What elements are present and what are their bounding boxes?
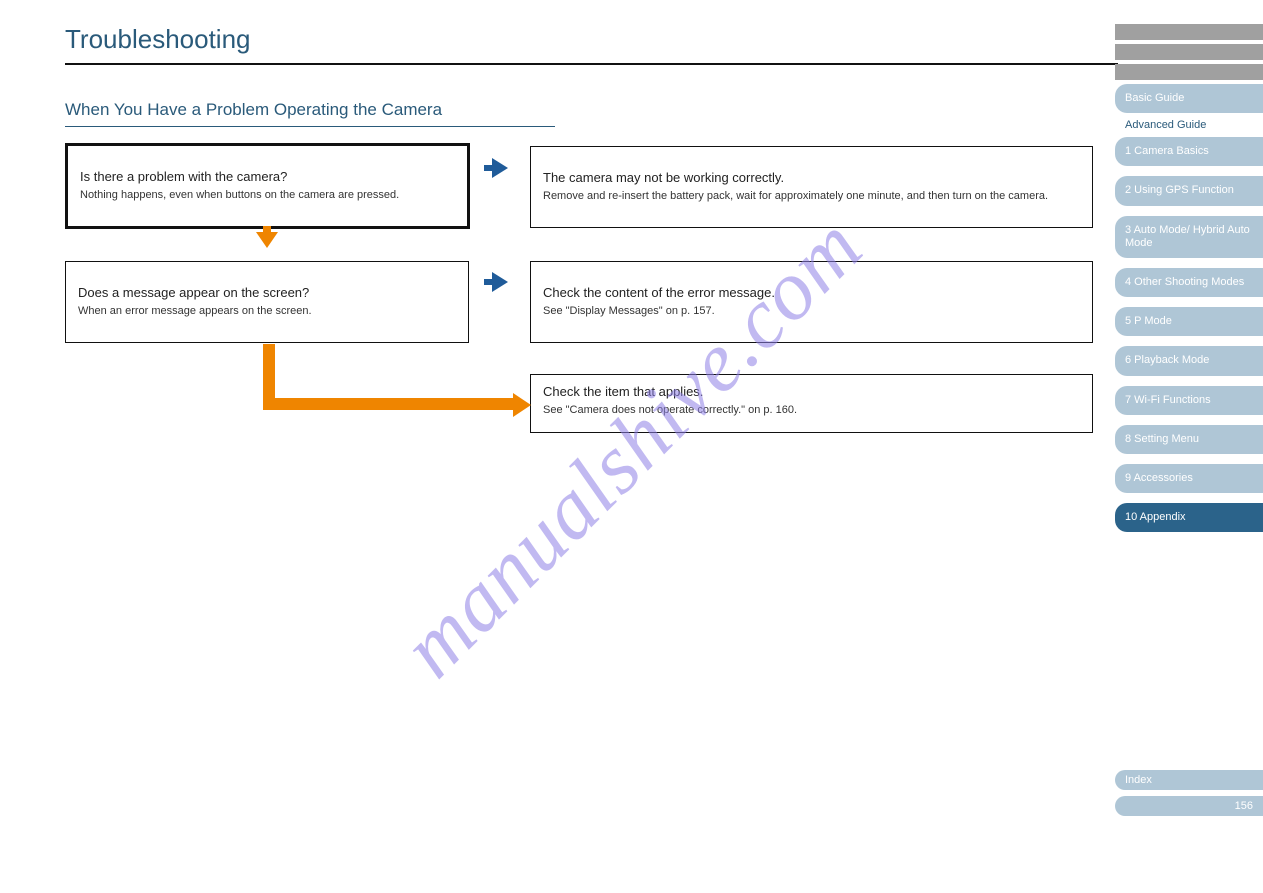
- flow-box-message: Does a message appear on the screen? Whe…: [65, 261, 469, 343]
- bottom-tabs: Index 156: [1115, 770, 1263, 822]
- tab-wifi[interactable]: 7 Wi-Fi Functions: [1115, 386, 1263, 415]
- result-heading: Check the item that applies.: [543, 383, 1080, 401]
- gray-tab-contents[interactable]: [1115, 64, 1263, 80]
- advanced-guide-label: Advanced Guide: [1125, 119, 1263, 131]
- result-heading: The camera may not be working correctly.: [543, 169, 1080, 187]
- tab-appendix[interactable]: 10 Appendix: [1115, 503, 1263, 532]
- tab-other-shooting[interactable]: 4 Other Shooting Modes: [1115, 268, 1263, 297]
- arrow-down-icon: [256, 232, 278, 248]
- page-title: Troubleshooting: [65, 24, 1118, 65]
- flow-detail: When an error message appears on the scr…: [78, 304, 456, 319]
- tab-index[interactable]: Index: [1115, 770, 1263, 790]
- flow-question: Does a message appear on the screen?: [78, 284, 456, 302]
- tab-auto-mode[interactable]: 3 Auto Mode/ Hybrid Auto Mode: [1115, 216, 1263, 258]
- tab-accessories[interactable]: 9 Accessories: [1115, 464, 1263, 493]
- arrow-elbow-head-icon: [513, 393, 531, 417]
- result-detail: Remove and re-insert the battery pack, w…: [543, 189, 1080, 204]
- page-number[interactable]: 156: [1115, 796, 1263, 816]
- tab-gps[interactable]: 2 Using GPS Function: [1115, 176, 1263, 205]
- tab-p-mode[interactable]: 5 P Mode: [1115, 307, 1263, 336]
- arrow-right-icon: [492, 272, 508, 292]
- gray-tab-legal[interactable]: [1115, 44, 1263, 60]
- flow-box-problem: Is there a problem with the camera? Noth…: [65, 143, 470, 229]
- result-box-error-message: Check the content of the error message. …: [530, 261, 1093, 343]
- tab-basic-guide[interactable]: Basic Guide: [1115, 84, 1263, 113]
- arrow-elbow-segment: [263, 398, 516, 410]
- flow-question: Is there a problem with the camera?: [80, 168, 455, 186]
- result-detail: See "Display Messages" on p. 157.: [543, 304, 1080, 319]
- tab-camera-basics[interactable]: 1 Camera Basics: [1115, 137, 1263, 166]
- result-heading: Check the content of the error message.: [543, 284, 1080, 302]
- arrow-right-icon: [492, 158, 508, 178]
- flow-detail: Nothing happens, even when buttons on th…: [80, 188, 455, 203]
- sidebar-tabs: Basic Guide Advanced Guide 1 Camera Basi…: [1115, 24, 1263, 542]
- section-title: When You Have a Problem Operating the Ca…: [65, 100, 555, 127]
- tab-setting-menu[interactable]: 8 Setting Menu: [1115, 425, 1263, 454]
- tab-playback[interactable]: 6 Playback Mode: [1115, 346, 1263, 375]
- gray-tab-cover[interactable]: [1115, 24, 1263, 40]
- result-box-camera-not-working: The camera may not be working correctly.…: [530, 146, 1093, 228]
- result-box-check-item: Check the item that applies. See "Camera…: [530, 374, 1093, 433]
- result-detail: See "Camera does not operate correctly."…: [543, 403, 1080, 418]
